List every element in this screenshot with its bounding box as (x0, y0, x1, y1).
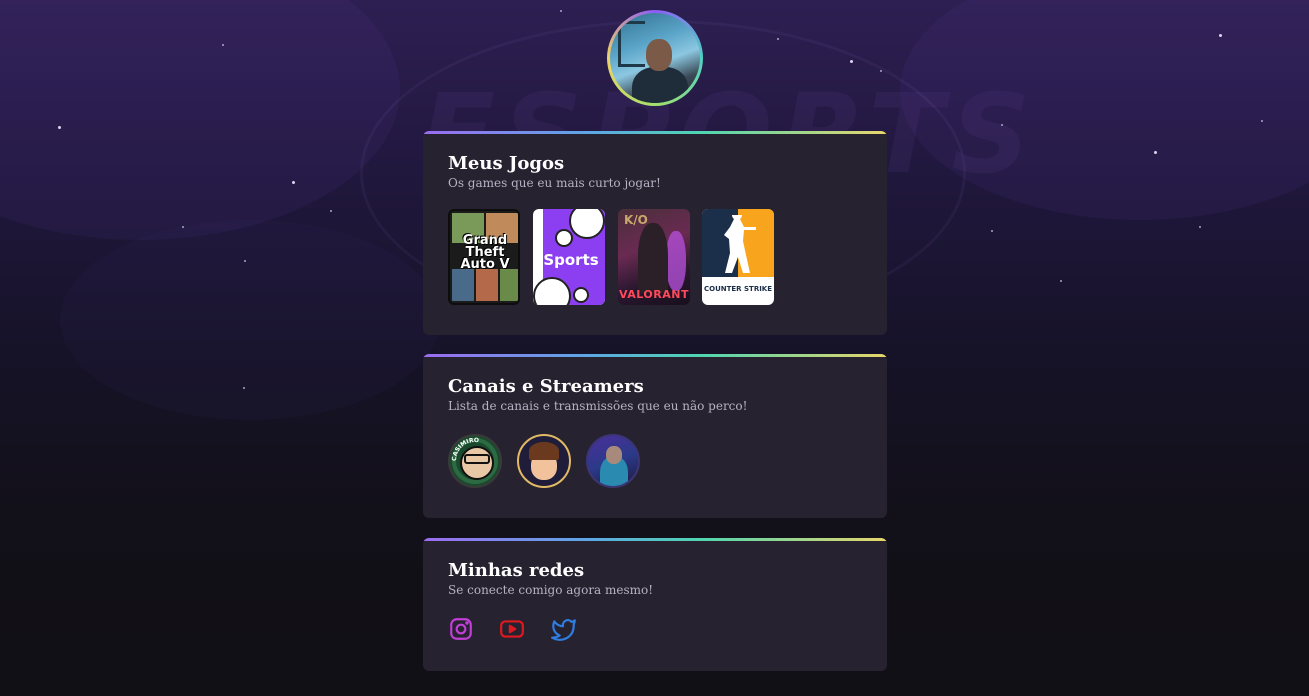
game-logo-text: COUNTER STRIKE (703, 285, 773, 293)
game-gta-v[interactable]: Grand Theft Auto V (448, 209, 520, 305)
instagram-icon (450, 618, 472, 640)
games-card: Meus Jogos Os games que eu mais curto jo… (423, 131, 887, 335)
streamers-card-subtitle: Lista de canais e transmissões que eu nã… (448, 399, 748, 413)
streamer-3[interactable] (586, 434, 640, 488)
youtube-link[interactable] (499, 616, 525, 642)
profile-avatar (607, 10, 703, 106)
game-logo-text: VALORANT (619, 288, 689, 301)
socials-card-title: Minhas redes (448, 560, 585, 581)
streamer-2[interactable] (517, 434, 571, 488)
game-logo-text: Grand Theft Auto V (460, 233, 510, 272)
game-sports[interactable]: Sports (533, 209, 605, 305)
games-card-title: Meus Jogos (448, 153, 565, 174)
instagram-link[interactable] (448, 616, 474, 642)
youtube-icon (500, 620, 524, 638)
game-valorant[interactable]: K/O VALORANT (618, 209, 690, 305)
soldier-icon (724, 215, 756, 273)
svg-text:CASIMIRO: CASIMIRO (451, 437, 479, 461)
streamers-card-title: Canais e Streamers (448, 376, 644, 397)
kay-o-logo: K/O (624, 213, 648, 227)
game-logo-text: Sports (543, 251, 599, 269)
twitter-icon (551, 619, 576, 641)
ring-text: CASIMIRO (451, 437, 479, 461)
twitter-link[interactable] (551, 616, 577, 642)
streamers-card: Canais e Streamers Lista de canais e tra… (423, 354, 887, 518)
profile-photo (610, 13, 700, 103)
socials-card-subtitle: Se conecte comigo agora mesmo! (448, 583, 654, 597)
games-card-subtitle: Os games que eu mais curto jogar! (448, 176, 661, 190)
streamer-casimiro[interactable]: CASIMIRO (448, 434, 502, 488)
socials-card: Minhas redes Se conecte comigo agora mes… (423, 538, 887, 671)
game-counter-strike[interactable]: COUNTER STRIKE (702, 209, 774, 305)
